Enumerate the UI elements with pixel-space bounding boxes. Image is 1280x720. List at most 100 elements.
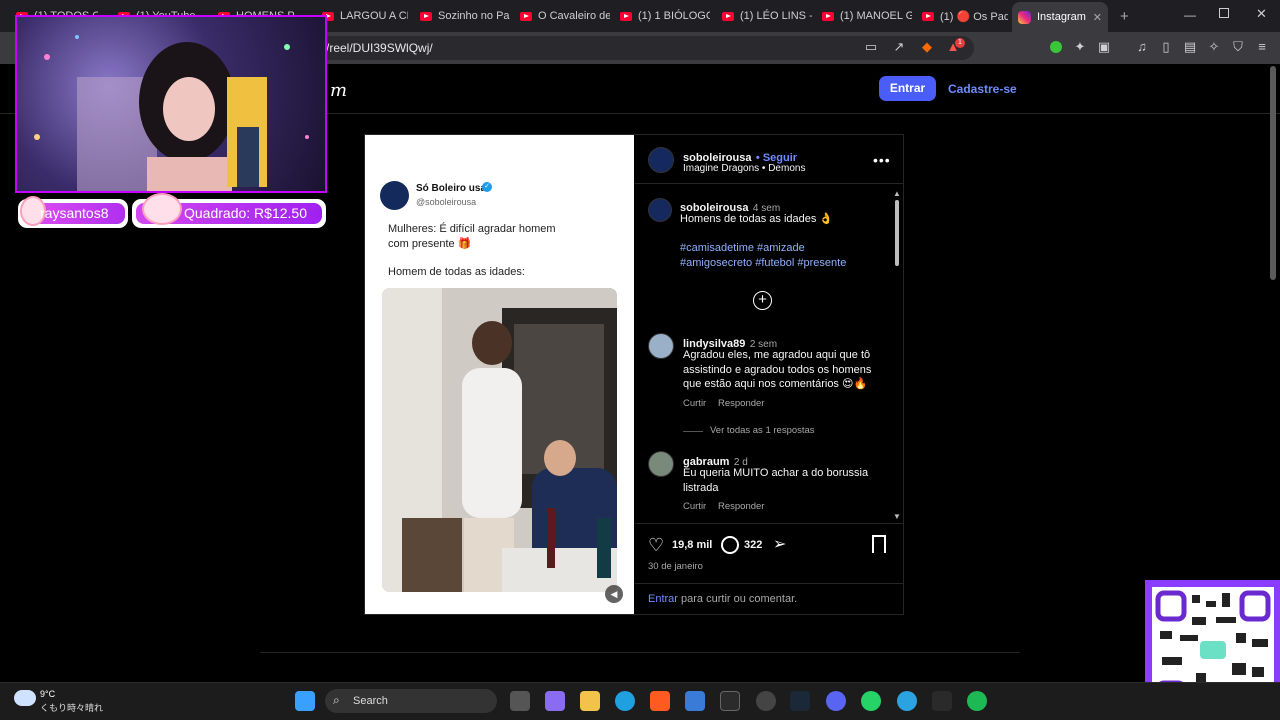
new-tab-icon[interactable]: + — [1120, 8, 1129, 25]
cast-icon[interactable]: ▭ — [864, 40, 878, 54]
extensions-icon[interactable]: ✦ — [1073, 40, 1087, 54]
mute-icon[interactable]: ◀ — [605, 585, 623, 603]
brave-icon[interactable] — [650, 691, 670, 711]
instagram-wordmark[interactable]: m — [330, 80, 347, 101]
comment-like-button[interactable]: Curtir — [683, 398, 706, 409]
audio-track[interactable]: Imagine Dragons • Demons — [683, 163, 805, 174]
epic-games-icon[interactable] — [932, 691, 952, 711]
vpn-icon[interactable]: ⛉ — [1231, 40, 1245, 54]
screenshot-icon[interactable]: ▣ — [1097, 40, 1111, 54]
instagram-icon — [1018, 10, 1031, 24]
tab-4[interactable]: LARGOU A CL — [316, 4, 408, 28]
file-explorer-icon[interactable] — [580, 691, 600, 711]
comment-avatar[interactable] — [648, 451, 674, 477]
view-replies-button[interactable]: Ver todas as 1 respostas — [710, 425, 815, 436]
weather-desc[interactable]: くもり時々晴れ — [40, 701, 103, 714]
login-prompt-link[interactable]: Entrar — [648, 593, 678, 605]
tab-9[interactable]: (1) MANOEL G — [816, 4, 912, 28]
comment-icon[interactable] — [721, 536, 739, 554]
notification-badge: 1 — [955, 38, 965, 48]
share-icon[interactable]: ➢ — [773, 534, 786, 554]
divider — [635, 183, 903, 184]
copilot-icon[interactable] — [545, 691, 565, 711]
close-tab-icon[interactable]: ✕ — [1093, 11, 1102, 24]
discord-icon[interactable] — [826, 691, 846, 711]
whatsapp-icon[interactable] — [861, 691, 881, 711]
leo-ai-icon[interactable]: ✧ — [1207, 40, 1221, 54]
author-avatar[interactable] — [648, 147, 674, 173]
post-date: 30 de janeiro — [648, 561, 703, 572]
brave-shield-icon[interactable]: ◆ — [920, 40, 934, 54]
tab-instagram[interactable]: Instagram ✕ — [1012, 2, 1108, 32]
login-prompt: Entrar para curtir ou comentar. — [648, 593, 797, 605]
mascot-icon — [142, 193, 182, 225]
caption-hashtags[interactable]: #camisadetime #amizade — [680, 241, 805, 256]
signup-link[interactable]: Cadastre-se — [948, 82, 1017, 96]
like-icon[interactable]: ♡ — [648, 535, 664, 556]
footer-divider — [260, 652, 1020, 653]
comment-like-button[interactable]: Curtir — [683, 501, 706, 512]
weather-temp[interactable]: 9°C — [40, 689, 55, 699]
extension-green-icon[interactable] — [1050, 41, 1062, 53]
tab-5[interactable]: Sozinho no Pa — [414, 4, 510, 28]
spotify-icon[interactable] — [967, 691, 987, 711]
youtube-icon — [922, 11, 934, 21]
login-button[interactable]: Entrar — [879, 76, 936, 101]
tweet-text-line2: Homem de todas as idades: — [388, 266, 525, 278]
tab-10[interactable]: (1) 🔴 Os Pad — [916, 4, 1008, 28]
start-icon[interactable] — [295, 691, 315, 711]
comment-reply-button[interactable]: Responder — [718, 501, 764, 512]
comment-text: Agradou eles, me agradou aqui que tô ass… — [683, 349, 872, 390]
tab-8[interactable]: (1) LÉO LINS - — [716, 4, 812, 28]
tweet-author-handle: @soboleirousa — [416, 197, 477, 207]
divider — [635, 583, 903, 584]
reel-video[interactable] — [382, 288, 617, 592]
page-scrollbar[interactable] — [1270, 66, 1276, 280]
youtube-icon — [620, 11, 632, 21]
weather-icon[interactable] — [14, 690, 36, 706]
tab-6[interactable]: O Cavaleiro de — [514, 4, 610, 28]
obs-icon[interactable] — [756, 691, 776, 711]
store-icon[interactable] — [685, 691, 705, 711]
taskbar-search-label: Search — [353, 695, 388, 707]
youtube-icon — [420, 11, 432, 21]
taskbar-search[interactable] — [325, 689, 497, 713]
more-options-icon[interactable]: ••• — [873, 152, 891, 168]
login-prompt-text: para curtir ou comentar. — [681, 593, 798, 605]
steam-icon[interactable] — [790, 691, 810, 711]
bookmark-icon[interactable] — [872, 535, 886, 553]
media-icon[interactable]: ♫ — [1135, 40, 1149, 54]
menu-icon[interactable]: ≡ — [1255, 40, 1269, 54]
app-icon[interactable] — [720, 691, 740, 711]
wallet-icon[interactable]: ▤ — [1183, 40, 1197, 54]
maximize-icon[interactable] — [1219, 8, 1229, 18]
comments-scroll-thumb[interactable] — [895, 200, 899, 266]
telegram-icon[interactable] — [897, 691, 917, 711]
verified-icon: ✓ — [482, 182, 492, 192]
caption-text: Homens de todas as idades 👌 — [680, 213, 834, 225]
comment-avatar[interactable] — [648, 333, 674, 359]
minimize-icon[interactable]: — — [1184, 8, 1196, 22]
webcam-image — [34, 35, 309, 191]
comment-text: Eu queria MUITO achar a do borussia list… — [683, 467, 869, 494]
tab-7[interactable]: (1) 1 BIÓLOGO — [614, 4, 710, 28]
close-window-icon[interactable]: ✕ — [1256, 6, 1267, 22]
scroll-down-icon[interactable]: ▼ — [893, 512, 901, 521]
scroll-up-icon[interactable]: ▲ — [893, 189, 901, 198]
video-frame — [382, 288, 617, 592]
share-icon[interactable]: ↗ — [892, 40, 906, 54]
caption-avatar[interactable] — [648, 198, 672, 222]
likes-count: 19,8 mil — [672, 539, 713, 551]
tweet-text-line1: Mulheres: É difícil agradar homem com pr… — [388, 223, 556, 250]
tweet-avatar — [380, 181, 409, 210]
task-view-icon[interactable] — [510, 691, 530, 711]
tweet-author-name: Só Boleiro usa — [416, 183, 487, 194]
load-more-icon[interactable]: + — [753, 291, 772, 310]
youtube-icon — [722, 11, 734, 21]
url-text: /reel/DUI39SWlQwj/ — [326, 41, 433, 55]
search-icon: ⌕ — [333, 693, 340, 707]
edge-icon[interactable] — [615, 691, 635, 711]
sidebar-icon[interactable]: ▯ — [1159, 40, 1173, 54]
caption-hashtags[interactable]: #amigosecreto #futebol #presente — [680, 256, 846, 271]
comment-reply-button[interactable]: Responder — [718, 398, 764, 409]
